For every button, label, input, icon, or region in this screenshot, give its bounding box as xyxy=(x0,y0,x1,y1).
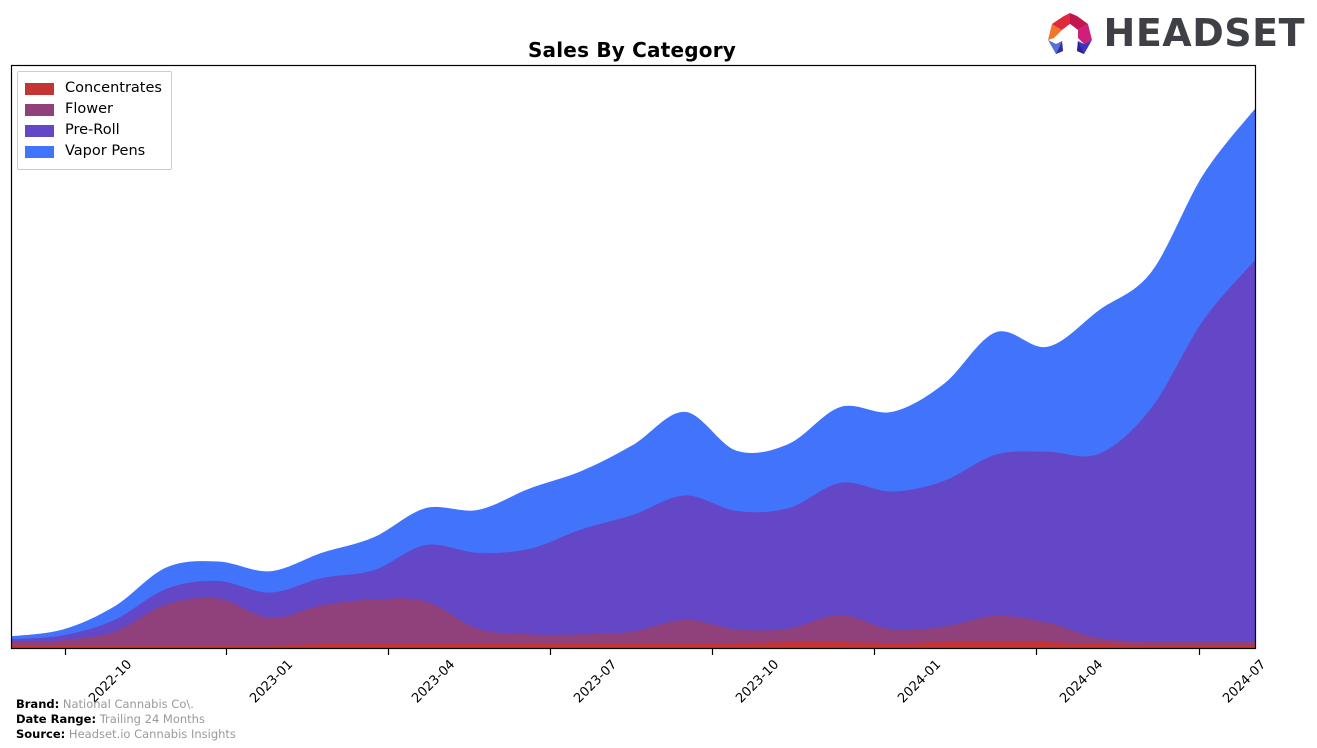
chart-page: Sales By Category HEADSET 2022-10 2023-0… xyxy=(0,0,1317,748)
footer-date-range-key: Date Range: xyxy=(16,712,97,726)
footer-source-row: Source: Headset.io Cannabis Insights xyxy=(16,727,236,742)
footer-brand-key: Brand: xyxy=(16,697,60,711)
legend-swatch-icon xyxy=(25,145,54,158)
legend-item-concentrates[interactable]: Concentrates xyxy=(25,78,162,99)
footer-source-key: Source: xyxy=(16,727,66,741)
legend-item-vapor-pens[interactable]: Vapor Pens xyxy=(25,141,162,162)
legend-item-pre-roll[interactable]: Pre-Roll xyxy=(25,120,162,141)
legend-item-label: Pre-Roll xyxy=(65,122,120,139)
legend-item-label: Concentrates xyxy=(65,80,162,97)
footer-date-range-value: Trailing 24 Months xyxy=(99,712,205,726)
chart-footer: Brand: National Cannabis Co\. Date Range… xyxy=(16,697,236,742)
stacked-area-group xyxy=(11,108,1255,648)
legend-swatch-icon xyxy=(25,82,54,95)
chart-legend[interactable]: Concentrates Flower Pre-Roll Vapor Pens xyxy=(17,71,172,170)
footer-brand-value: National Cannabis Co\. xyxy=(62,697,194,711)
legend-swatch-icon xyxy=(25,103,54,116)
footer-brand-row: Brand: National Cannabis Co\. xyxy=(16,697,236,712)
x-axis-ticks xyxy=(64,649,1201,655)
legend-swatch-icon xyxy=(25,124,54,137)
legend-item-flower[interactable]: Flower xyxy=(25,99,162,120)
footer-source-value: Headset.io Cannabis Insights xyxy=(68,727,236,741)
legend-item-label: Vapor Pens xyxy=(65,143,146,160)
sales-by-category-area-chart xyxy=(10,64,1257,655)
legend-item-label: Flower xyxy=(65,101,113,118)
footer-date-range-row: Date Range: Trailing 24 Months xyxy=(16,712,236,727)
